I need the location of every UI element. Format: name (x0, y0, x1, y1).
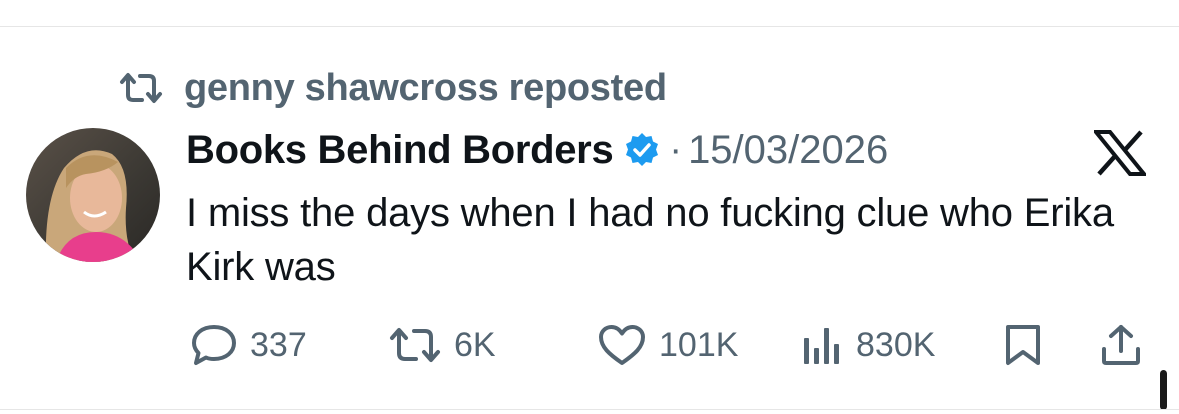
author-name[interactable]: Books Behind Borders (186, 128, 614, 173)
avatar[interactable] (26, 128, 160, 262)
like-button[interactable]: 101K (597, 320, 738, 370)
scrollbar[interactable] (1160, 370, 1167, 410)
verified-badge-icon[interactable] (623, 131, 661, 169)
share-button[interactable] (1100, 320, 1142, 370)
repost-action-icon (388, 325, 442, 365)
like-count: 101K (659, 325, 739, 364)
repost-label[interactable]: genny shawcross reposted (184, 67, 667, 110)
bookmark-button[interactable] (1004, 320, 1042, 370)
tweet-date[interactable]: 15/03/2026 (688, 128, 888, 173)
views-count: 830K (856, 325, 936, 364)
reply-button[interactable]: 337 (190, 320, 307, 370)
repost-icon (118, 71, 164, 105)
repost-context[interactable]: genny shawcross reposted (118, 66, 667, 110)
repost-button[interactable]: 6K (388, 320, 496, 370)
analytics-icon (802, 324, 844, 366)
reply-icon (190, 323, 238, 367)
top-divider (0, 26, 1179, 27)
separator-dot: · (669, 128, 683, 171)
bookmark-icon (1004, 323, 1042, 367)
bottom-divider (0, 409, 1179, 410)
share-icon (1100, 323, 1142, 367)
views-button[interactable]: 830K (802, 320, 935, 370)
heart-icon (597, 323, 647, 367)
tweet-text: I miss the days when I had no fucking cl… (186, 191, 1114, 289)
repost-count: 6K (454, 325, 496, 364)
reply-count: 337 (250, 325, 307, 364)
tweet-header: Books Behind Borders · 15/03/2026 (186, 124, 888, 176)
x-logo-icon[interactable] (1094, 130, 1146, 176)
